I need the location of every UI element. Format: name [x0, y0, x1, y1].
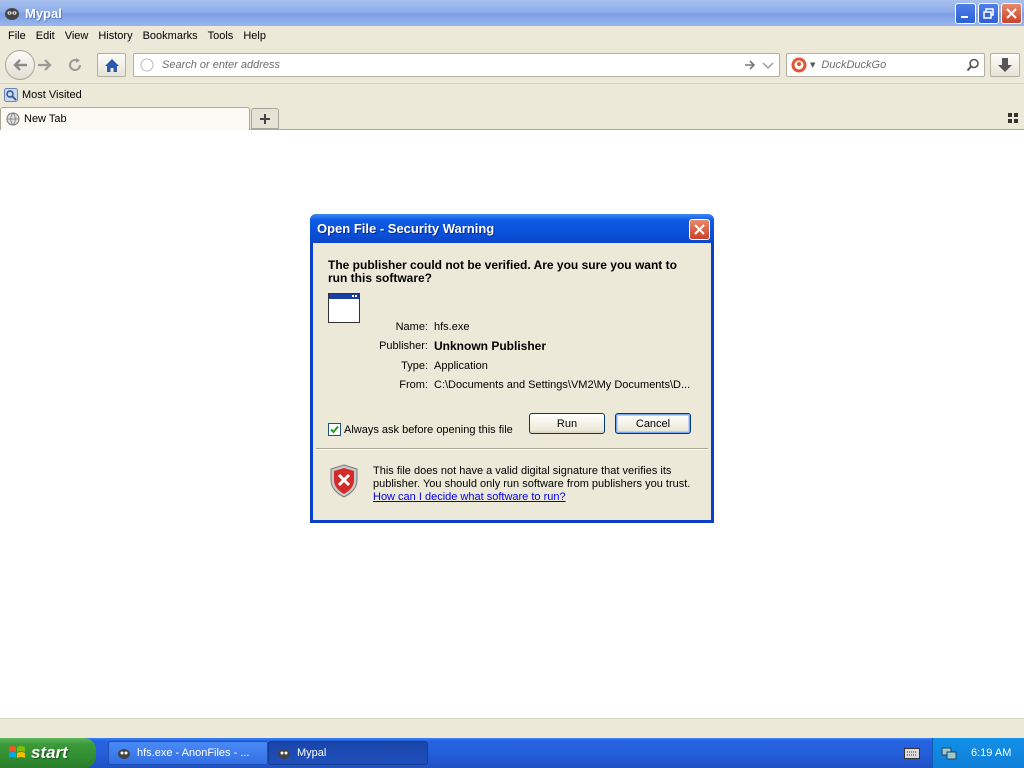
windows-logo-icon [9, 746, 25, 758]
dialog-separator [316, 448, 708, 450]
address-input[interactable] [162, 56, 722, 74]
minimize-icon [961, 16, 968, 18]
menu-view[interactable]: View [60, 30, 94, 42]
mypal-app-icon [5, 8, 19, 20]
checkmark-icon [330, 425, 339, 434]
always-ask-checkbox[interactable] [328, 423, 341, 436]
keyboard-icon[interactable] [904, 746, 920, 760]
bookmarks-toolbar: Most Visited [0, 84, 1024, 106]
home-icon [104, 58, 119, 72]
url-history-dropdown-icon[interactable] [762, 58, 774, 72]
status-bar [0, 718, 1024, 738]
taskbar-item-label: Mypal [297, 747, 327, 759]
globe-icon [6, 112, 20, 126]
forward-button[interactable] [36, 57, 54, 73]
publisher-value: Unknown Publisher [434, 339, 547, 353]
name-value: hfs.exe [434, 321, 470, 333]
search-engine-dropdown-icon[interactable]: ▼ [810, 61, 815, 69]
back-arrow-icon [13, 59, 27, 71]
restore-button[interactable] [978, 3, 999, 24]
tab-new-tab[interactable]: New Tab [0, 107, 250, 130]
back-button[interactable] [5, 50, 35, 80]
application-window-icon [328, 293, 360, 323]
from-label: From: [399, 379, 428, 391]
search-icon[interactable] [966, 58, 980, 72]
download-arrow-icon [998, 58, 1012, 72]
reload-icon [69, 58, 82, 71]
mypal-app-icon [278, 749, 290, 759]
security-shield-icon [330, 464, 358, 498]
always-ask-label: Always ask before opening this file [344, 423, 513, 436]
address-bar[interactable] [133, 53, 780, 77]
warning-text: This file does not have a valid digital … [373, 465, 691, 490]
minimize-button[interactable] [955, 3, 976, 24]
menu-bookmarks[interactable]: Bookmarks [138, 30, 203, 42]
mypal-app-icon [118, 749, 130, 759]
run-button[interactable]: Run [529, 413, 605, 434]
navigation-toolbar: ▼ [0, 46, 1024, 84]
cancel-button[interactable]: Cancel [615, 413, 691, 434]
clock[interactable]: 6:19 AM [971, 747, 1011, 759]
publisher-label: Publisher: [379, 340, 428, 352]
menu-bar: File Edit View History Bookmarks Tools H… [0, 26, 1024, 46]
start-label: start [31, 743, 68, 762]
most-visited-icon [4, 88, 18, 102]
dialog-title: Open File - Security Warning [317, 221, 495, 236]
name-label: Name: [395, 321, 428, 333]
tab-strip: New Tab [0, 106, 1024, 130]
close-icon [694, 224, 705, 235]
security-warning-dialog: Open File - Security Warning The publish… [310, 214, 714, 523]
plus-icon [260, 113, 270, 124]
page-icon [140, 58, 154, 72]
forward-arrow-icon [38, 59, 52, 71]
tab-label: New Tab [24, 113, 67, 125]
start-button[interactable]: start [0, 738, 96, 768]
close-icon [1006, 8, 1017, 19]
menu-help[interactable]: Help [238, 30, 271, 42]
search-input[interactable] [821, 56, 962, 74]
network-icon[interactable] [941, 745, 957, 761]
close-window-button[interactable] [1001, 3, 1022, 24]
tab-grid-icon[interactable] [1008, 113, 1018, 123]
taskbar-item-mypal[interactable]: Mypal [268, 741, 428, 765]
home-button[interactable] [97, 53, 126, 77]
window-titlebar: Mypal [0, 0, 1024, 26]
menu-edit[interactable]: Edit [31, 30, 60, 42]
most-visited-label: Most Visited [22, 89, 82, 101]
dialog-close-button[interactable] [689, 219, 710, 240]
dialog-question: The publisher could not be verified. Are… [328, 258, 677, 285]
taskbar-item-hfs[interactable]: hfs.exe - AnonFiles - ... [108, 741, 268, 765]
menu-file[interactable]: File [3, 30, 31, 42]
menu-history[interactable]: History [93, 30, 137, 42]
dialog-titlebar: Open File - Security Warning [310, 214, 714, 243]
type-label: Type: [401, 360, 428, 372]
type-value: Application [434, 360, 488, 372]
restore-icon [983, 8, 994, 19]
menu-tools[interactable]: Tools [203, 30, 239, 42]
downloads-button[interactable] [990, 53, 1020, 77]
dialog-body: The publisher could not be verified. Are… [313, 243, 711, 520]
duckduckgo-icon[interactable] [791, 57, 807, 73]
taskbar-item-label: hfs.exe - AnonFiles - ... [137, 747, 250, 759]
signature-warning: This file does not have a valid digital … [373, 465, 703, 504]
go-arrow-icon[interactable] [743, 58, 757, 72]
window-title: Mypal [25, 5, 62, 21]
decide-software-link[interactable]: How can I decide what software to run? [373, 491, 703, 504]
most-visited-bookmark[interactable]: Most Visited [4, 88, 82, 102]
search-bar[interactable]: ▼ [786, 53, 985, 77]
system-tray: 6:19 AM [932, 738, 1024, 768]
new-tab-button[interactable] [251, 108, 279, 129]
always-ask-row[interactable]: Always ask before opening this file [328, 423, 513, 436]
taskbar: start hfs.exe - AnonFiles - ... Mypal 6:… [0, 738, 1024, 768]
from-value: C:\Documents and Settings\VM2\My Documen… [434, 379, 691, 391]
reload-button[interactable] [62, 53, 88, 77]
